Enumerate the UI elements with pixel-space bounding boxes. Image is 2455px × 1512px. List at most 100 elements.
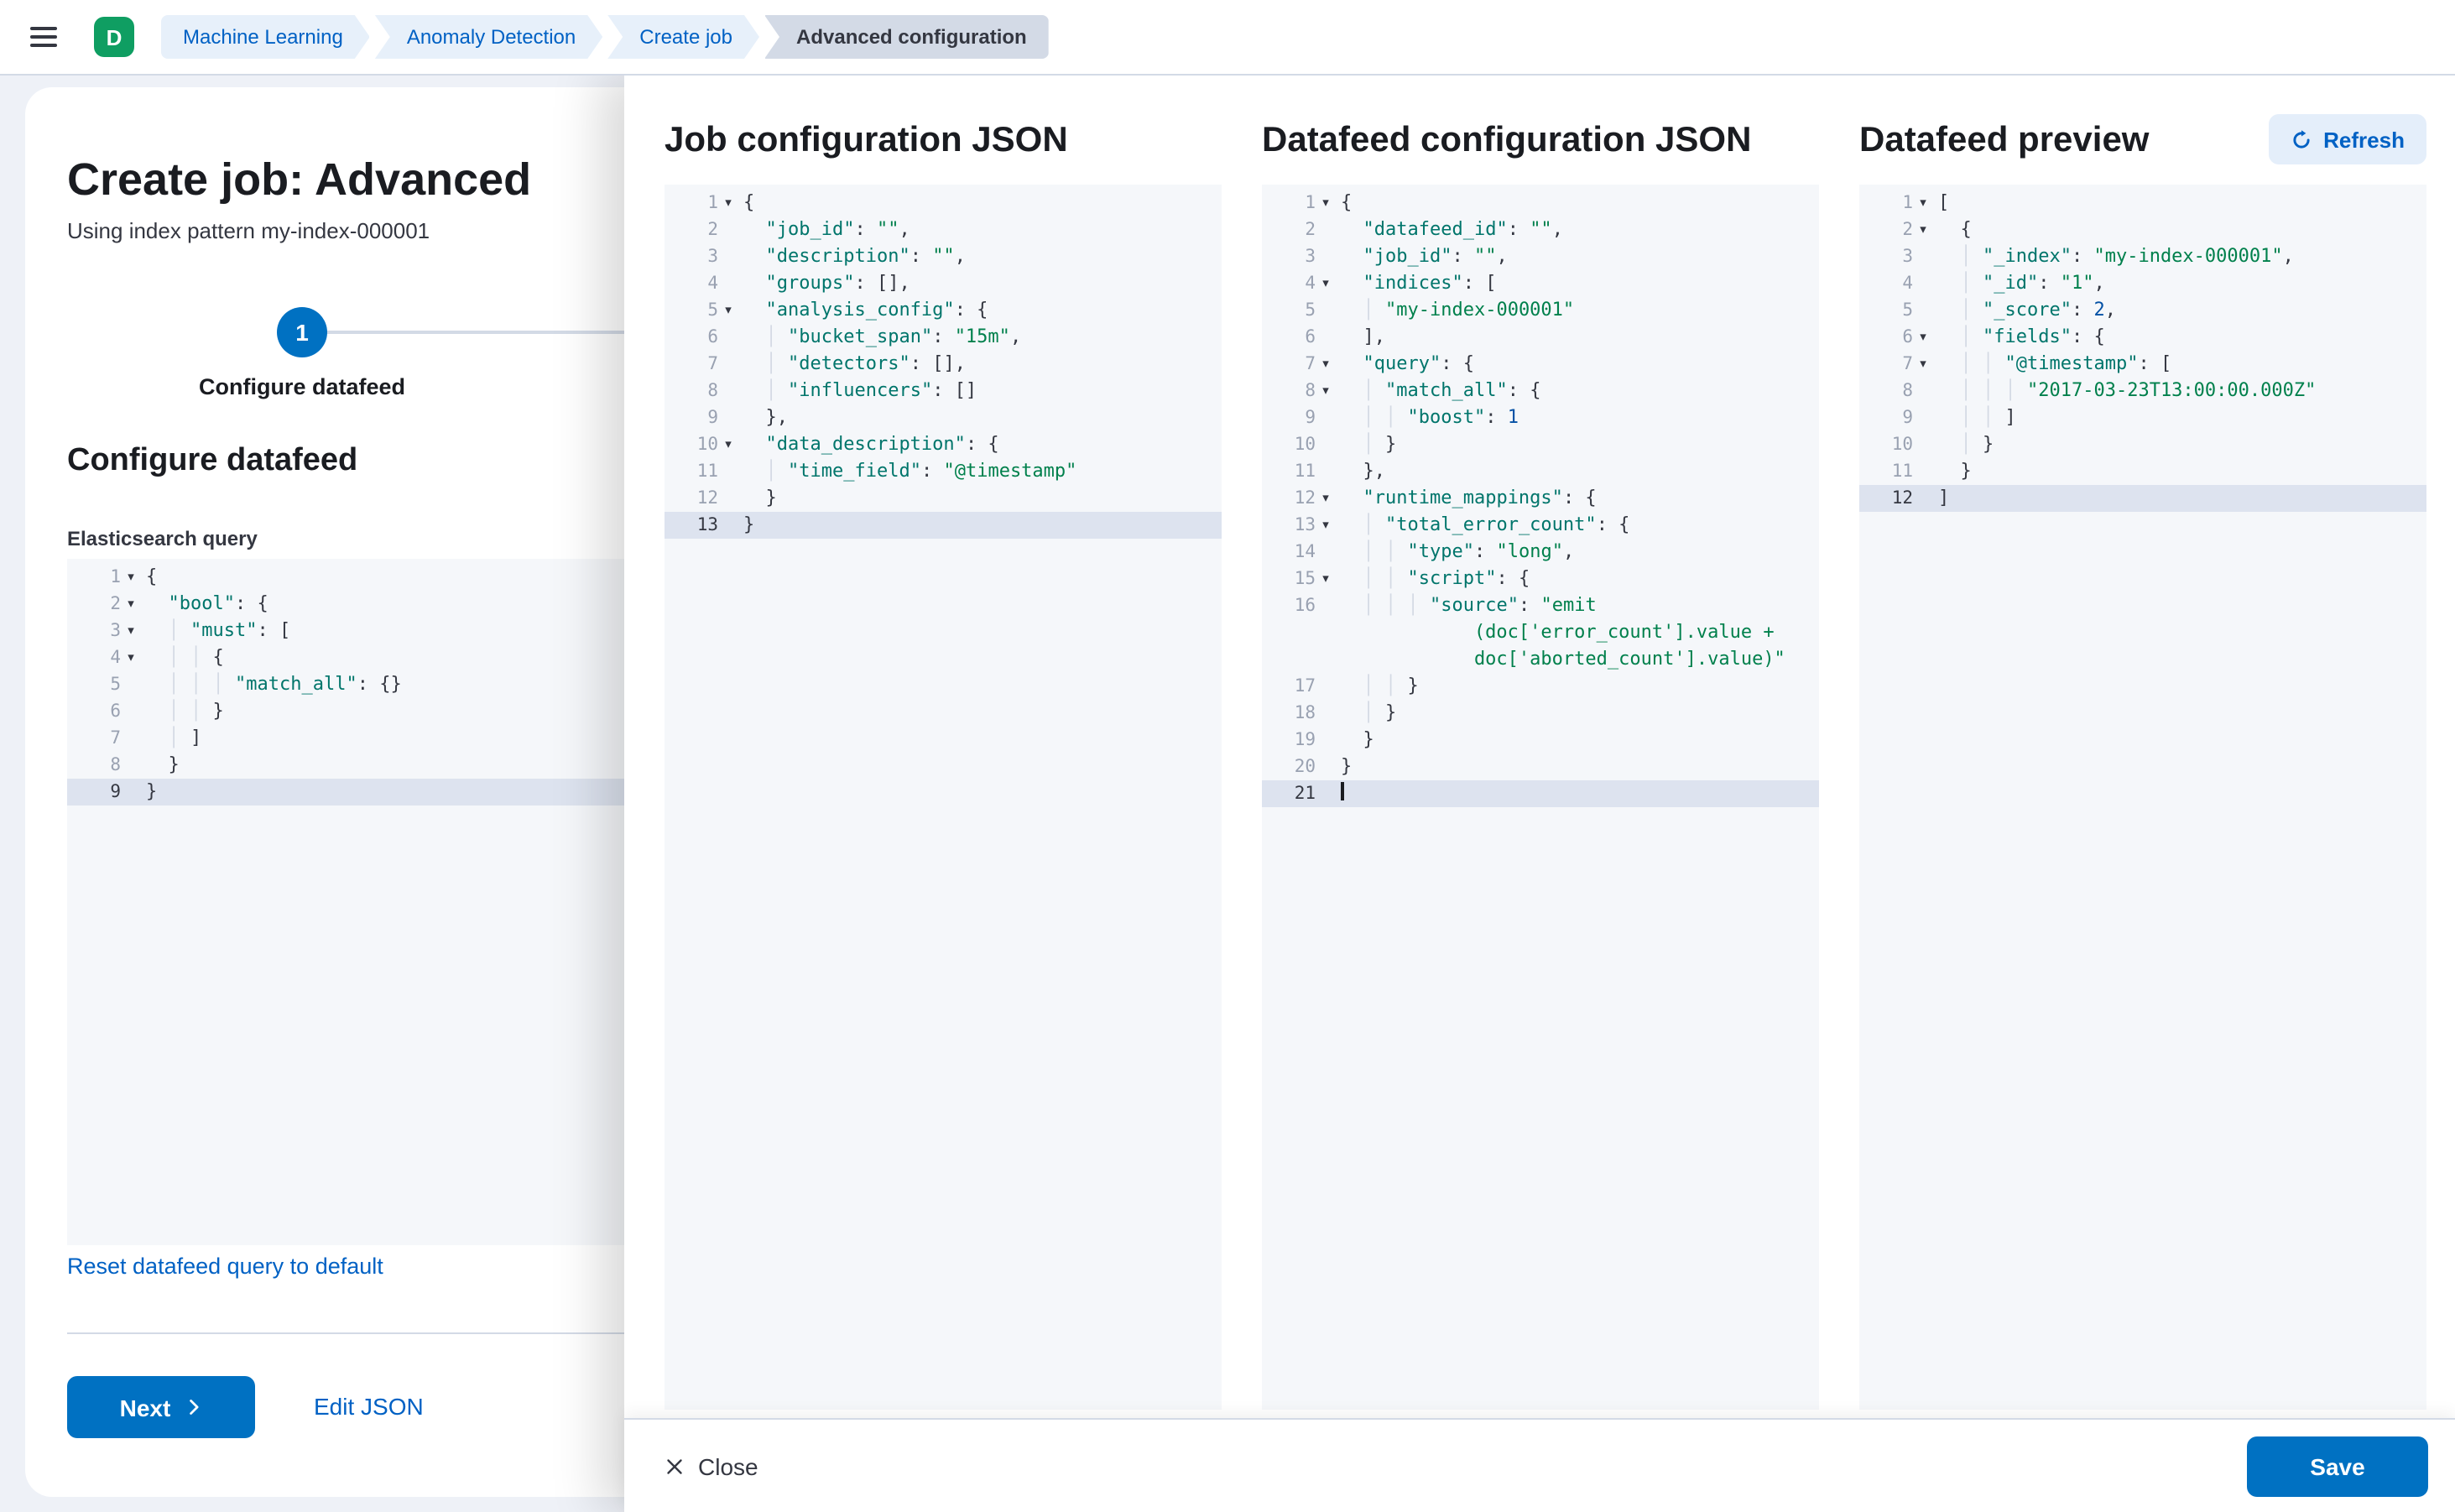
code-line[interactable]: 2▾ { [1859,216,2426,243]
code-line[interactable]: 8 } [67,752,624,779]
code-line[interactable]: 9 }, [665,404,1222,431]
kibana-create-job-page: D Machine LearningAnomaly DetectionCreat… [0,0,2455,1512]
refresh-button-label: Refresh [2323,127,2405,152]
edit-json-link[interactable]: Edit JSON [314,1376,424,1438]
code-line[interactable]: 4▾ │ │ { [67,644,624,671]
fold-arrow-icon[interactable]: ▾ [121,618,141,644]
fold-arrow-icon[interactable]: ▾ [1913,190,1933,216]
save-button[interactable]: Save [2247,1436,2428,1496]
code-line[interactable]: 9} [67,779,624,806]
code-line[interactable]: 1▾{ [665,190,1222,216]
fold-arrow-icon[interactable]: ▾ [718,190,738,216]
datafeed-configuration-json-editor[interactable]: 1▾{2 "datafeed_id": "",3 "job_id": "",4▾… [1262,185,1819,1410]
code-line[interactable]: 9 │ │ ] [1859,404,2426,431]
code-line[interactable]: 2 "job_id": "", [665,216,1222,243]
code-line[interactable]: 15▾ │ │ "script": { [1262,566,1819,592]
close-button[interactable]: Close [665,1452,758,1479]
fold-arrow-icon[interactable]: ▾ [1316,190,1336,216]
fold-arrow-icon[interactable]: ▾ [1316,270,1336,297]
elasticsearch-query-editor[interactable]: 1▾{2▾ "bool": {3▾ │ "must": [4▾ │ │ {5 │… [67,559,624,1245]
refresh-button[interactable]: Refresh [2268,114,2426,164]
code-line[interactable]: doc['aborted_count'].value)" [1262,646,1819,673]
job-configuration-json-editor[interactable]: 1▾{2 "job_id": "",3 "description": "",4 … [665,185,1222,1410]
gutter: 4 [665,270,738,297]
user-avatar[interactable]: D [94,17,134,57]
fold-arrow-icon[interactable]: ▾ [718,431,738,458]
fold-arrow-icon[interactable]: ▾ [1316,351,1336,378]
code-line[interactable]: 5▾ "analysis_config": { [665,297,1222,324]
code-line[interactable]: 10 │ } [1262,431,1819,458]
code-line[interactable]: 7▾ "query": { [1262,351,1819,378]
code-line[interactable]: 7▾ │ │ "@timestamp": [ [1859,351,2426,378]
breadcrumb-machine-learning[interactable]: Machine Learning [161,15,370,59]
code-line[interactable]: 4▾ "indices": [ [1262,270,1819,297]
code-line[interactable]: (doc['error_count'].value + [1262,619,1819,646]
breadcrumb-advanced-configuration: Advanced configuration [764,15,1049,59]
code-line[interactable]: 6 │ "bucket_span": "15m", [665,324,1222,351]
code-line[interactable]: 14 │ │ "type": "long", [1262,539,1819,566]
code-line[interactable]: 1▾[ [1859,190,2426,216]
code-line[interactable]: 8▾ │ "match_all": { [1262,378,1819,404]
code-line[interactable]: 12] [1859,485,2426,512]
code-line[interactable]: 1▾{ [1262,190,1819,216]
code-line[interactable]: 8 │ "influencers": [] [665,378,1222,404]
fold-arrow-icon[interactable]: ▾ [121,644,141,671]
code-line[interactable]: 3 "description": "", [665,243,1222,270]
code-line[interactable]: 8 │ │ │ "2017-03-23T13:00:00.000Z" [1859,378,2426,404]
line-number: 18 [1262,700,1316,727]
fold-arrow-icon[interactable]: ▾ [1316,566,1336,592]
code-line[interactable]: 5 │ "_score": 2, [1859,297,2426,324]
next-button[interactable]: Next [67,1376,255,1438]
fold-arrow-icon[interactable]: ▾ [121,564,141,591]
code-line[interactable]: 11 }, [1262,458,1819,485]
code-line[interactable]: 10▾ "data_description": { [665,431,1222,458]
menu-hamburger-icon[interactable] [17,10,70,64]
code-line[interactable]: 3▾ │ "must": [ [67,618,624,644]
fold-arrow-icon[interactable]: ▾ [1316,485,1336,512]
step-1-indicator[interactable]: 1 [277,307,327,357]
line-number: 5 [67,671,121,698]
code-line[interactable]: 17 │ │ } [1262,673,1819,700]
code-line[interactable]: 3 │ "_index": "my-index-000001", [1859,243,2426,270]
code-line[interactable]: 3 "job_id": "", [1262,243,1819,270]
code-line[interactable]: 13} [665,512,1222,539]
code-line[interactable]: 5 │ "my-index-000001" [1262,297,1819,324]
step-1-label: Configure datafeed [134,374,470,399]
code-line[interactable]: 7 │ ] [67,725,624,752]
code-line[interactable]: 21 [1262,780,1819,807]
code-line[interactable]: 20} [1262,753,1819,780]
fold-arrow-icon[interactable]: ▾ [718,297,738,324]
code-line[interactable]: 4 │ "_id": "1", [1859,270,2426,297]
code-line[interactable]: 12▾ "runtime_mappings": { [1262,485,1819,512]
code-line[interactable]: 18 │ } [1262,700,1819,727]
fold-arrow-icon[interactable]: ▾ [1316,378,1336,404]
code-line[interactable]: 11 │ "time_field": "@timestamp" [665,458,1222,485]
code-line[interactable]: 9 │ │ "boost": 1 [1262,404,1819,431]
code-line[interactable]: 2▾ "bool": { [67,591,624,618]
code-line[interactable]: 2 "datafeed_id": "", [1262,216,1819,243]
code-line[interactable]: 19 } [1262,727,1819,753]
code-line[interactable]: 6 │ │ } [67,698,624,725]
fold-arrow-icon[interactable]: ▾ [121,591,141,618]
code-line[interactable]: 7 │ "detectors": [], [665,351,1222,378]
code-line[interactable]: 12 } [665,485,1222,512]
breadcrumb-anomaly-detection[interactable]: Anomaly Detection [375,15,602,59]
datafeed-preview-editor[interactable]: 1▾[2▾ {3 │ "_index": "my-index-000001",4… [1859,185,2426,1410]
fold-arrow-icon[interactable]: ▾ [1913,351,1933,378]
code-line[interactable]: 10 │ } [1859,431,2426,458]
breadcrumb-create-job[interactable]: Create job [607,15,759,59]
fold-arrow-icon[interactable]: ▾ [1316,512,1336,539]
code-line[interactable]: 11 } [1859,458,2426,485]
fold-arrow-icon[interactable]: ▾ [1913,216,1933,243]
reset-datafeed-query-link[interactable]: Reset datafeed query to default [67,1254,383,1279]
code-line[interactable]: 16 │ │ │ "source": "emit [1262,592,1819,619]
code-text: │ │ } [141,698,224,725]
code-line[interactable]: 5 │ │ │ "match_all": {} [67,671,624,698]
code-line[interactable]: 13▾ │ "total_error_count": { [1262,512,1819,539]
code-line[interactable]: 6 ], [1262,324,1819,351]
code-line[interactable]: 4 "groups": [], [665,270,1222,297]
code-line[interactable]: 6▾ │ "fields": { [1859,324,2426,351]
fold-arrow-icon[interactable]: ▾ [1913,324,1933,351]
code-line[interactable]: 1▾{ [67,564,624,591]
line-number: 3 [1859,243,1913,270]
